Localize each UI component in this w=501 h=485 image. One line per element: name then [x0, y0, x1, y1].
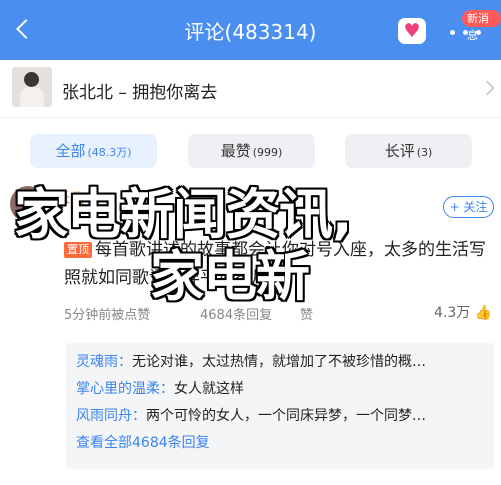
new-message-badge: 新消息: [462, 10, 501, 42]
reply-author: 风雨同舟：: [76, 408, 146, 424]
tab-count: (48.3万): [87, 146, 132, 159]
reply-text: 两个可怜的女人，一个同床异梦，一个同梦…: [146, 408, 426, 424]
reply-text: 女人就这样: [174, 381, 244, 397]
reply-author: 掌心里的温柔：: [76, 381, 174, 397]
tab-long[interactable]: 长评 (3): [345, 134, 472, 168]
song-cover: [12, 67, 52, 107]
tab-label: 长评: [384, 142, 415, 160]
song-title: 张北北 – 拥抱你离去: [62, 83, 218, 103]
tab-count: (999): [252, 146, 283, 159]
more-icon[interactable]: [446, 28, 486, 38]
tab-label: 最赞: [220, 142, 251, 160]
reply-author: 灵魂雨：: [76, 354, 132, 370]
chevron-right-icon: [479, 80, 495, 96]
reply-list: 灵魂雨：无论对谁，太过热情，就增加了不被珍惜的概… 掌心里的温柔：女人就这样 风…: [66, 343, 494, 469]
overlay-line-2: 家电新: [150, 245, 310, 308]
watermark-overlay: 家电新闻资讯, 家电新: [14, 184, 494, 308]
tab-label: 全部: [55, 142, 86, 160]
reply-item[interactable]: 风雨同舟：两个可怜的女人，一个同床异梦，一个同梦…: [76, 403, 484, 430]
sort-tabs: 全部 (48.3万) 最赞 (999) 长评 (3): [0, 118, 501, 168]
song-row[interactable]: 张北北 – 拥抱你离去: [0, 60, 501, 118]
overlay-line-1: 家电新闻资讯,: [14, 183, 353, 246]
app-header: 评论(483314) ♥ 新消息: [0, 0, 501, 60]
reply-item[interactable]: 灵魂雨：无论对谁，太过热情，就增加了不被珍惜的概…: [76, 349, 484, 376]
tab-best[interactable]: 最赞 (999): [188, 134, 315, 168]
heart-icon[interactable]: ♥: [398, 18, 426, 44]
reply-item[interactable]: 掌心里的温柔：女人就这样: [76, 376, 484, 403]
view-all-replies-link[interactable]: 查看全部4684条回复: [76, 430, 484, 457]
tab-count: (3): [416, 146, 433, 159]
reply-text: 无论对谁，太过热情，就增加了不被珍惜的概…: [132, 354, 426, 370]
tab-all[interactable]: 全部 (48.3万): [30, 134, 157, 168]
